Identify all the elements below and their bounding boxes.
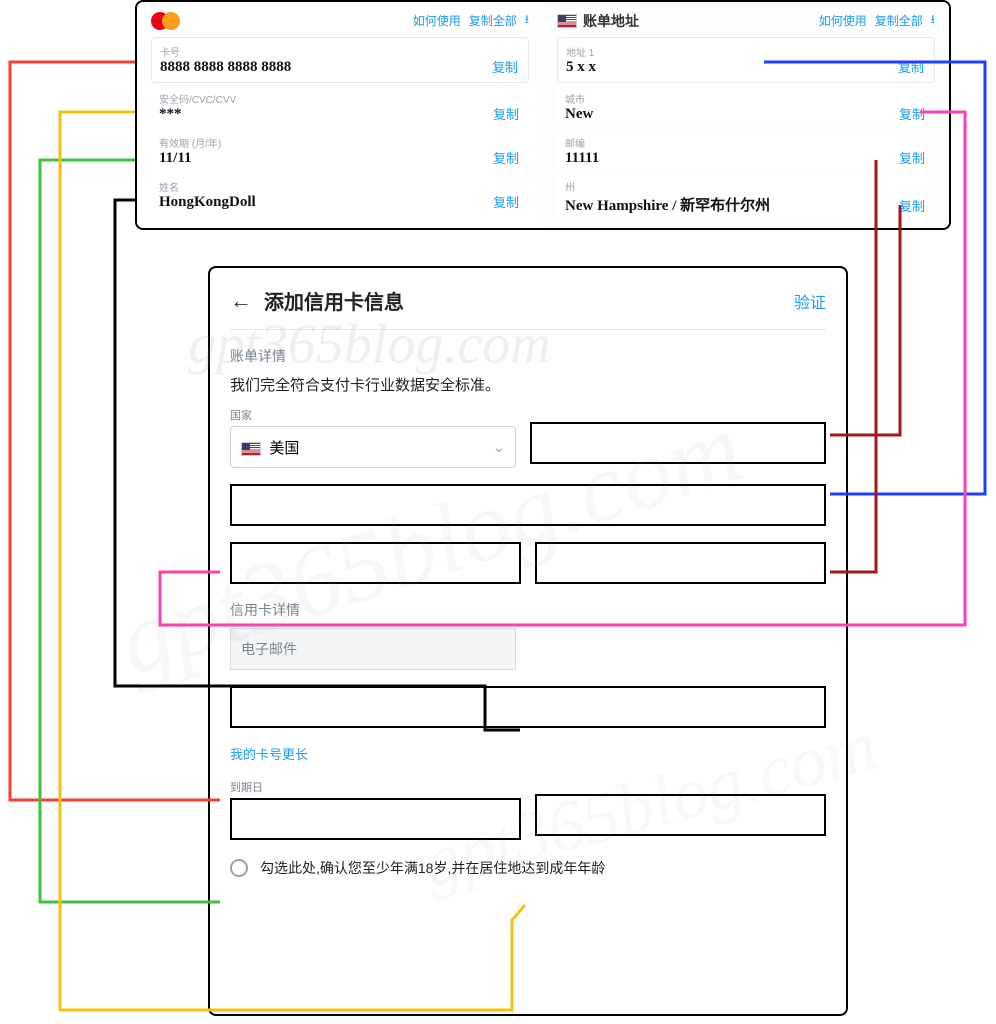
city-value: New bbox=[565, 106, 899, 123]
copy-card-number[interactable]: 复制 bbox=[492, 57, 520, 76]
email-field[interactable]: 电子邮件 bbox=[230, 628, 516, 670]
addr1-label: 地址 1 bbox=[566, 44, 898, 59]
copy-zip[interactable]: 复制 bbox=[899, 148, 927, 167]
howto-link-b[interactable]: 如何使用 bbox=[819, 12, 867, 29]
zip-row: 邮编 11111 复制 bbox=[557, 131, 935, 171]
city-label: 城市 bbox=[565, 91, 899, 106]
us-flag-icon-sel bbox=[241, 442, 261, 456]
copyall-link-b[interactable]: 复制全部 bbox=[875, 12, 923, 29]
compliance-text: 我们完全符合支付卡行业数据安全标准。 bbox=[230, 374, 826, 395]
longer-card-link[interactable]: 我的卡号更长 bbox=[230, 744, 308, 763]
add-card-form: ← 添加信用卡信息 验证 账单详情 我们完全符合支付卡行业数据安全标准。 国家 … bbox=[208, 266, 848, 1016]
cvv-input[interactable] bbox=[535, 794, 826, 836]
download-icon[interactable]: ⭳ bbox=[525, 10, 529, 31]
copy-name[interactable]: 复制 bbox=[493, 192, 521, 211]
download-icon-b[interactable]: ⭳ bbox=[931, 10, 935, 31]
verify-link[interactable]: 验证 bbox=[794, 289, 826, 313]
card-section-label: 信用卡详情 bbox=[230, 600, 826, 620]
name-value: HongKongDoll bbox=[159, 194, 493, 211]
billing-info-panel: 账单地址 如何使用 复制全部 ⭳ 地址 1 5 x x 复制 城市 New bbox=[543, 2, 949, 228]
cvv-row: 安全码/CVC/CVV *** 复制 bbox=[151, 87, 529, 127]
copy-addr1[interactable]: 复制 bbox=[898, 57, 926, 76]
zip-label: 邮编 bbox=[565, 135, 899, 150]
state-label: 州 bbox=[565, 179, 899, 194]
copy-city[interactable]: 复制 bbox=[899, 104, 927, 123]
state-row: 州 New Hampshire / 新罕布什尔州 复制 bbox=[557, 175, 935, 219]
country-value: 美国 bbox=[269, 440, 299, 457]
card-info-panel: 如何使用 复制全部 ⭳ 卡号 8888 8888 8888 8888 复制 安全… bbox=[137, 2, 543, 228]
cvv-label: 安全码/CVC/CVV bbox=[159, 91, 493, 106]
back-arrow-icon[interactable]: ← bbox=[230, 288, 252, 314]
card-number-row: 卡号 8888 8888 8888 8888 复制 bbox=[151, 37, 529, 83]
expiry-row: 有效期 (月/年) 11/11 复制 bbox=[151, 131, 529, 171]
copy-expiry[interactable]: 复制 bbox=[493, 148, 521, 167]
form-header: ← 添加信用卡信息 验证 bbox=[230, 286, 826, 330]
billing-title: 账单地址 bbox=[583, 13, 639, 29]
chevron-down-icon: ⌄ bbox=[493, 438, 506, 456]
card-number-input[interactable] bbox=[230, 686, 826, 728]
city-input[interactable] bbox=[230, 542, 521, 584]
reference-box: 如何使用 复制全部 ⭳ 卡号 8888 8888 8888 8888 复制 安全… bbox=[135, 0, 951, 230]
copy-cvv[interactable]: 复制 bbox=[493, 104, 521, 123]
billing-section-label: 账单详情 bbox=[230, 346, 826, 366]
howto-link[interactable]: 如何使用 bbox=[413, 12, 461, 29]
zip-input[interactable] bbox=[535, 542, 826, 584]
card-number-value: 8888 8888 8888 8888 bbox=[160, 59, 492, 76]
name-label: 姓名 bbox=[159, 179, 493, 194]
card-panel-header: 如何使用 复制全部 ⭳ bbox=[151, 10, 529, 31]
cvv-value: *** bbox=[159, 106, 493, 123]
city-row: 城市 New 复制 bbox=[557, 87, 935, 127]
expiry-value: 11/11 bbox=[159, 150, 493, 167]
state-value: New Hampshire / 新罕布什尔州 bbox=[565, 194, 899, 215]
copyall-link[interactable]: 复制全部 bbox=[469, 12, 517, 29]
us-flag-icon bbox=[557, 14, 577, 28]
form-title: 添加信用卡信息 bbox=[264, 286, 404, 315]
name-row: 姓名 HongKongDoll 复制 bbox=[151, 175, 529, 215]
age-confirm-text: 勾选此处,确认您至少年满18岁,并在居住地达到成年年龄 bbox=[260, 858, 605, 878]
card-number-label: 卡号 bbox=[160, 44, 492, 59]
addr1-row: 地址 1 5 x x 复制 bbox=[557, 37, 935, 83]
expiry-input[interactable] bbox=[230, 798, 521, 840]
exp-caption: 到期日 bbox=[230, 779, 521, 795]
billing-panel-header: 账单地址 如何使用 复制全部 ⭳ bbox=[557, 10, 935, 31]
zip-value: 11111 bbox=[565, 150, 899, 167]
country-caption: 国家 bbox=[230, 407, 516, 423]
copy-state[interactable]: 复制 bbox=[899, 196, 927, 215]
address-input[interactable] bbox=[230, 484, 826, 526]
state-input[interactable] bbox=[530, 422, 826, 464]
expiry-label: 有效期 (月/年) bbox=[159, 135, 493, 150]
addr1-value: 5 x x bbox=[566, 59, 898, 76]
country-select[interactable]: 美国 ⌄ bbox=[230, 426, 516, 468]
mastercard-icon bbox=[151, 12, 180, 30]
age-confirm-checkbox[interactable] bbox=[230, 859, 248, 877]
